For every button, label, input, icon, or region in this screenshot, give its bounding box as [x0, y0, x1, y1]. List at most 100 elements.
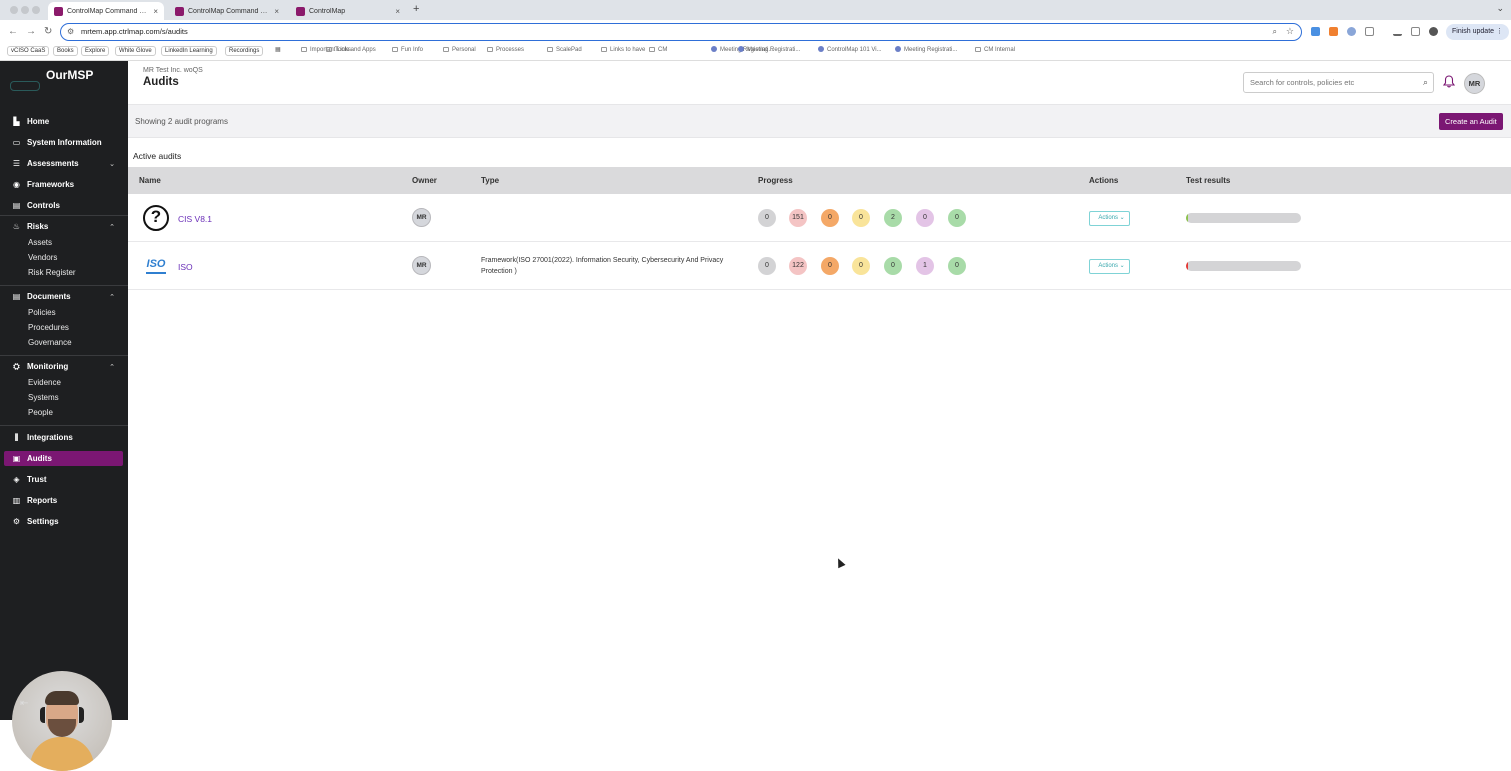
bookmark-item[interactable]: CM Internal [972, 46, 1018, 56]
close-tab-icon[interactable]: × [153, 7, 158, 16]
sidebar-item-trust[interactable]: ◈ Trust [4, 472, 123, 487]
reload-icon[interactable]: ↻ [44, 26, 52, 37]
profile-avatar-icon[interactable] [1429, 27, 1438, 36]
folder-icon [443, 47, 449, 52]
rss-extension-icon[interactable] [1329, 27, 1338, 36]
sidebar-subitem-systems[interactable]: Systems [28, 393, 59, 402]
actions-dropdown[interactable]: Actions ⌄ [1089, 259, 1130, 274]
progress-count-badge: 0 [916, 209, 934, 227]
bookmark-item[interactable]: Meeting Registrati... [892, 46, 960, 56]
bookmark-item[interactable]: White Glove [115, 46, 156, 56]
forward-arrow-icon[interactable]: → [26, 26, 36, 37]
sidebar-subitem-vendors[interactable]: Vendors [28, 253, 57, 262]
sidebar-subitem-risk-register[interactable]: Risk Register [28, 268, 76, 277]
sidebar-subitem-people[interactable]: People [28, 408, 53, 417]
sidebar-subitem-evidence[interactable]: Evidence [28, 378, 61, 387]
bookmark-item[interactable]: Fun Info [389, 46, 426, 56]
create-audit-button[interactable]: Create an Audit [1439, 113, 1503, 130]
bookmark-item[interactable]: Tools and Apps [323, 46, 379, 56]
chevron-up-icon[interactable]: ⌃ [109, 363, 115, 371]
audit-type: Framework(ISO 27001(2022). Information S… [481, 257, 724, 275]
sidebar-item-assessments[interactable]: ☰ Assessments ⌄ [4, 156, 123, 171]
audit-name-link[interactable]: CIS V8.1 [178, 214, 212, 224]
browser-tab[interactable]: ControlMap × [290, 2, 406, 20]
progress-count-badge: 151 [789, 209, 807, 227]
column-header-progress: Progress [758, 176, 793, 185]
bookmark-item[interactable]: Meeting Registrati... [735, 46, 803, 56]
extension-icon[interactable] [1347, 27, 1356, 36]
site-settings-icon[interactable]: ⚙ [67, 24, 74, 39]
sidebar-item-reports[interactable]: ▥ Reports [4, 493, 123, 508]
audit-icon: ▣ [12, 454, 21, 463]
sidebar-item-controls[interactable]: ▤ Controls [4, 198, 123, 213]
bookmark-item[interactable]: Personal [440, 46, 479, 56]
bookmark-item[interactable]: Books [53, 46, 78, 56]
presenter-video-bubble [12, 671, 112, 771]
sidebar-item-integrations[interactable]: ⫼ Integrations [4, 430, 123, 445]
media-icon[interactable] [1411, 27, 1420, 36]
search-icon[interactable]: ⌕ [1423, 77, 1428, 88]
finish-update-button[interactable]: Finish update ⋮ [1446, 24, 1509, 40]
notification-bell-icon[interactable] [1443, 75, 1455, 88]
search-input[interactable] [1243, 72, 1434, 93]
info-icon: ▭ [12, 138, 21, 147]
question-icon: ? [142, 204, 170, 232]
window-close-button[interactable] [10, 6, 18, 14]
chevron-down-icon[interactable]: ⌄ [109, 160, 115, 168]
close-tab-icon[interactable]: × [395, 7, 400, 16]
new-tab-button[interactable]: + [413, 3, 419, 15]
chevron-up-icon[interactable]: ⌃ [109, 223, 115, 231]
bookmark-label: Books [57, 48, 74, 54]
sidebar-item-label: Frameworks [27, 180, 75, 189]
sidebar-item-frameworks[interactable]: ◉ Frameworks [4, 177, 123, 192]
sidebar-subitem-procedures[interactable]: Procedures [28, 323, 69, 332]
sidebar-item-monitoring[interactable]: ⛭ Monitoring ⌃ [4, 359, 123, 374]
bookmark-label: ControlMap 101 Vi... [827, 47, 882, 53]
tab-search-chevron-icon[interactable]: ⌄ [1496, 3, 1504, 14]
bookmark-item[interactable]: ScalePad [544, 46, 585, 56]
download-icon[interactable] [1393, 27, 1402, 36]
bookmark-item[interactable]: ControlMap 101 Vi... [815, 46, 885, 56]
sidebar-item-documents[interactable]: ▤ Documents ⌃ [4, 289, 123, 304]
audit-name-link[interactable]: ISO [178, 262, 193, 272]
close-tab-icon[interactable]: × [274, 7, 279, 16]
browser-tab[interactable]: ControlMap Command Center × [48, 2, 164, 20]
actions-dropdown[interactable]: Actions ⌄ [1089, 211, 1130, 226]
bookmark-item[interactable]: Explore [81, 46, 110, 56]
sidebar-subitem-governance[interactable]: Governance [28, 338, 72, 347]
extension-icon[interactable] [1311, 27, 1320, 36]
progress-count-badge: 0 [884, 257, 902, 275]
zoom-icon[interactable]: ⌕ [1273, 24, 1277, 39]
bookmarks-bar: vCISO CaaS Books Explore White Glove LinkedI… [0, 44, 1511, 58]
bookmark-star-icon[interactable]: ☆ [1286, 24, 1294, 39]
sidebar-item-system-information[interactable]: ▭ System Information [4, 135, 123, 150]
bookmark-item[interactable]: vCISO CaaS [7, 46, 50, 56]
window-minimize-button[interactable] [21, 6, 29, 14]
bookmark-item[interactable]: CM [646, 46, 670, 56]
sidebar-item-label: Documents [27, 292, 71, 301]
sidebar-item-settings[interactable]: ⚙ Settings [4, 514, 123, 529]
puzzle-extension-icon[interactable] [1365, 27, 1374, 36]
back-arrow-icon[interactable]: ← [8, 26, 18, 37]
bookmark-item[interactable]: LinkedIn Learning [161, 46, 217, 56]
home-icon: ▙ [13, 117, 20, 126]
sidebar-subitem-policies[interactable]: Policies [28, 308, 56, 317]
bookmark-item[interactable]: Recordings [225, 46, 264, 56]
address-bar[interactable]: ⚙ mrtem.app.ctrlmap.com/s/audits ⌕ ☆ [60, 23, 1302, 41]
collapse-sidebar-icon[interactable]: ⇤ [20, 698, 28, 709]
sidebar-item-home[interactable]: ▙ Home [4, 114, 123, 129]
user-avatar[interactable]: MR [1464, 73, 1485, 94]
window-zoom-button[interactable] [32, 6, 40, 14]
sidebar-item-audits[interactable]: ▣ Audits [4, 451, 123, 466]
apps-grid-icon[interactable]: ▦ [272, 46, 284, 56]
browser-tab-title: ControlMap [309, 7, 346, 15]
reports-icon: ▥ [12, 496, 21, 505]
browser-tab[interactable]: ControlMap Command Center × [169, 2, 285, 20]
bookmark-item[interactable]: Processes [484, 46, 527, 56]
sidebar-subitem-assets[interactable]: Assets [28, 238, 52, 247]
sidebar-item-risks[interactable]: ♨ Risks ⌃ [4, 219, 123, 234]
chevron-up-icon[interactable]: ⌃ [109, 293, 115, 301]
progress-count-badge: 0 [948, 209, 966, 227]
bookmark-item[interactable]: Links to have [598, 46, 648, 56]
sidebar-item-label: Assessments [27, 159, 79, 168]
